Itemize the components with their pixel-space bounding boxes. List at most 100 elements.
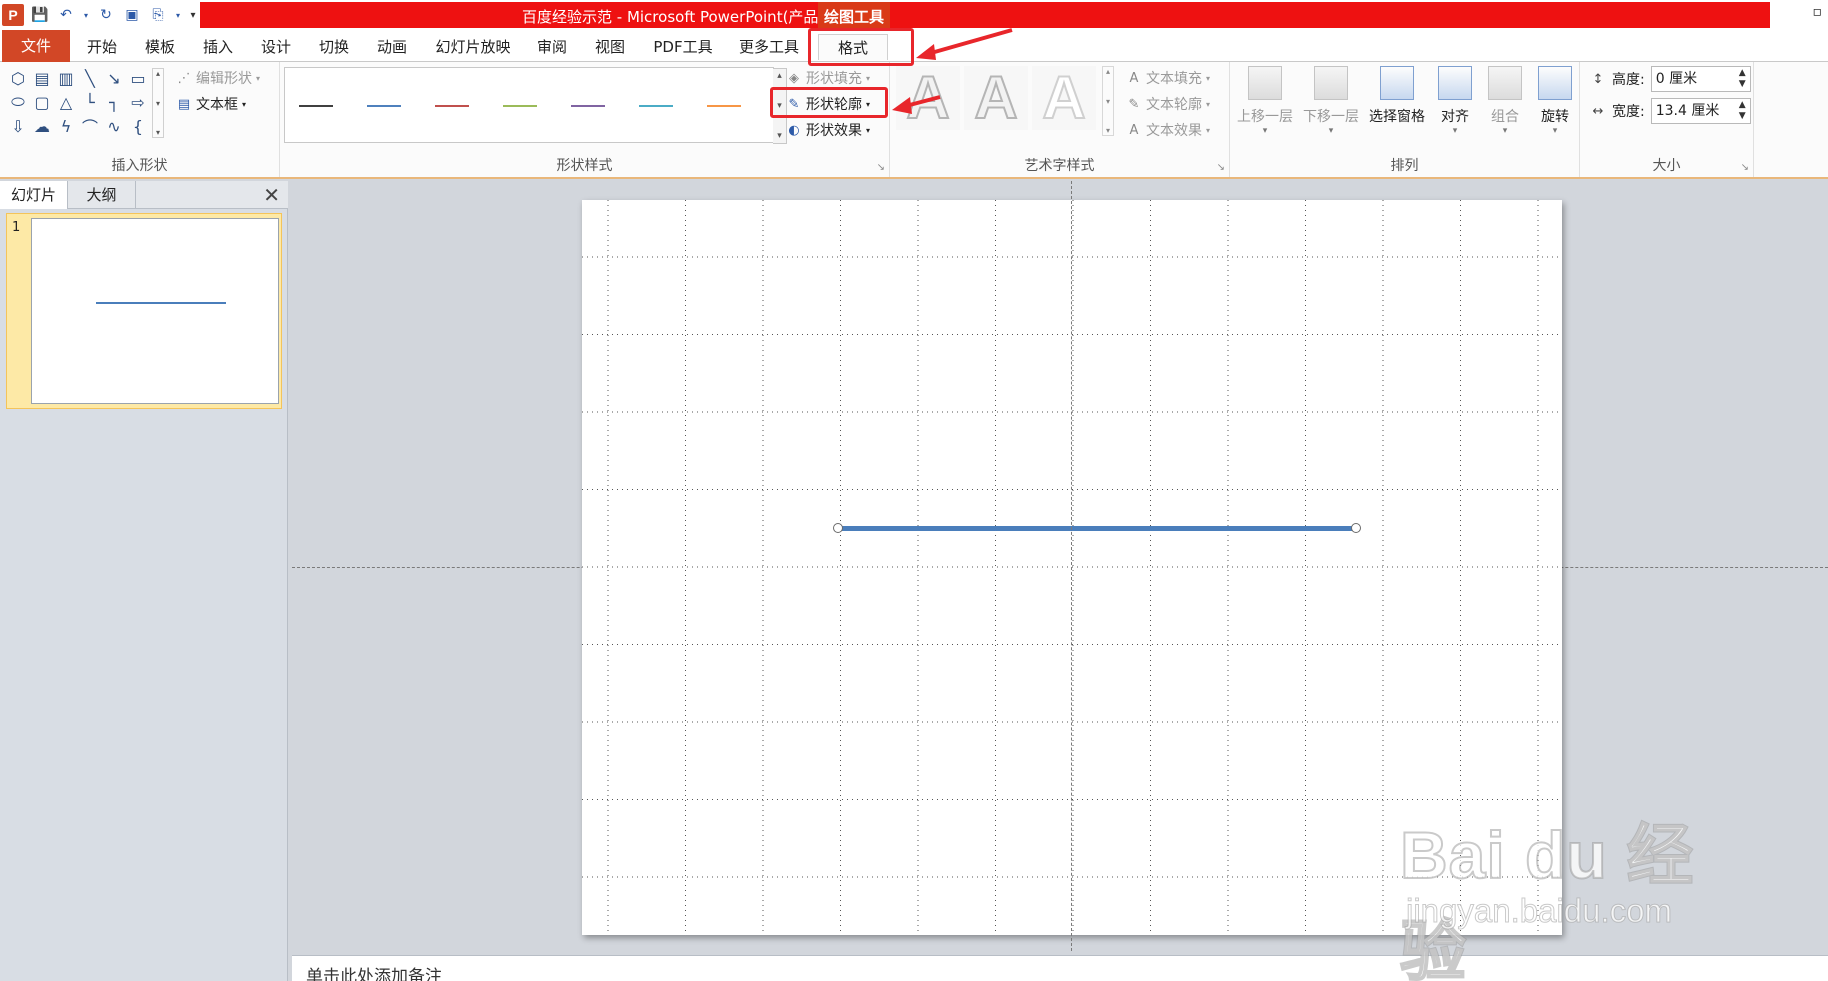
- tab-animations[interactable]: 动画: [372, 34, 412, 60]
- rectangle-shape-icon[interactable]: ▭: [128, 68, 148, 88]
- align-button[interactable]: 对齐 ▾: [1430, 66, 1480, 136]
- shape-style-preset[interactable]: [367, 105, 401, 107]
- chevron-down-icon: ▾: [1452, 126, 1458, 136]
- slides-panel: 幻灯片 大纲 ✕ 1: [0, 181, 288, 981]
- close-icon[interactable]: ✕: [263, 183, 280, 207]
- ribbon: ⬡ ▤ ▥ ╲ ↘ ▭ ⬭ ▢ △ └ ┐ ⇨ ⇩ ☁ ϟ ⌒ ∿ { ▴ ▾ ▾ …: [0, 62, 1828, 179]
- lightning-shape-icon[interactable]: ϟ: [56, 116, 76, 136]
- textbox-button[interactable]: ▤ 文本框 ▾: [176, 94, 246, 114]
- tab-home[interactable]: 开始: [82, 34, 122, 60]
- brace-shape-icon[interactable]: {: [128, 116, 148, 136]
- group-label-shape-styles: 形状样式: [556, 158, 613, 174]
- width-icon: ↔: [1592, 103, 1604, 119]
- bring-forward-icon: [1248, 66, 1282, 100]
- tab-insert[interactable]: 插入: [198, 34, 238, 60]
- tab-outline[interactable]: 大纲: [68, 181, 136, 209]
- dialog-launcher-icon[interactable]: ↘: [877, 162, 885, 173]
- wordart-style-2[interactable]: A: [964, 65, 1028, 131]
- shape-style-preset[interactable]: [435, 105, 469, 107]
- spinner-icon[interactable]: ▲ ▼: [1739, 100, 1746, 122]
- tab-template[interactable]: 模板: [140, 34, 180, 60]
- redo-icon[interactable]: ↻: [96, 5, 116, 25]
- powerpoint-logo-icon[interactable]: P: [2, 4, 24, 26]
- selection-pane-button[interactable]: 选择窗格: [1364, 66, 1430, 126]
- new-slide-icon[interactable]: ▣: [122, 5, 142, 25]
- group-button[interactable]: 组合 ▾: [1480, 66, 1530, 136]
- hexagon-shape-icon[interactable]: ⬡: [8, 68, 28, 88]
- text-fill-button[interactable]: A 文本填充 ▾: [1126, 68, 1210, 88]
- shape-style-gallery[interactable]: ▴ ▾ ▾: [284, 67, 787, 144]
- down-arrow-shape-icon[interactable]: ⇩: [8, 116, 28, 136]
- width-row: ↔ 宽度: 13.4 厘米 ▲ ▼: [1590, 98, 1751, 124]
- send-backward-button[interactable]: 下移一层 ▾: [1298, 66, 1364, 136]
- customize-qat-icon[interactable]: ▾: [188, 5, 198, 25]
- height-label: 高度:: [1612, 72, 1645, 88]
- tab-transitions[interactable]: 切换: [314, 34, 354, 60]
- drawing-tools-context-label: 绘图工具: [818, 2, 890, 30]
- curve-shape-icon[interactable]: ∿: [104, 116, 124, 136]
- tab-design[interactable]: 设计: [256, 34, 296, 60]
- restore-window-icon[interactable]: ▫: [1813, 4, 1823, 20]
- save-icon[interactable]: 💾: [30, 5, 50, 25]
- textbox-shape-icon[interactable]: ▤: [32, 68, 52, 88]
- elbow-connector-shape-icon[interactable]: └: [80, 92, 100, 112]
- edit-shape-button[interactable]: ⋰ 编辑形状 ▾: [176, 68, 261, 88]
- tab-slideshow[interactable]: 幻灯片放映: [430, 34, 516, 60]
- copy-format-icon[interactable]: ⎘: [148, 5, 168, 25]
- text-outline-button[interactable]: ✎ 文本轮廓 ▾: [1126, 94, 1210, 114]
- vertical-guide[interactable]: [1071, 181, 1072, 951]
- chevron-down-icon: ▾: [866, 125, 871, 135]
- panel-tabs: 幻灯片 大纲 ✕: [0, 181, 288, 209]
- vertical-textbox-shape-icon[interactable]: ▥: [56, 68, 76, 88]
- thumbnail-line-shape: [96, 302, 226, 304]
- send-backward-icon: [1314, 66, 1348, 100]
- line-shape-icon[interactable]: ╲: [80, 68, 100, 88]
- tab-more-tools[interactable]: 更多工具: [734, 34, 804, 60]
- arc-shape-icon[interactable]: ⌒: [80, 116, 100, 137]
- rounded-rect-shape-icon[interactable]: ▢: [32, 92, 52, 112]
- undo-icon[interactable]: ↶: [56, 5, 76, 25]
- cloud-shape-icon[interactable]: ☁: [32, 116, 52, 136]
- wordart-style-1[interactable]: A: [896, 65, 960, 131]
- effects-icon: ◐: [788, 122, 800, 138]
- rotate-button[interactable]: 旋转 ▾: [1530, 66, 1580, 136]
- shape-style-preset[interactable]: [503, 105, 537, 107]
- shapes-gallery-scroll[interactable]: ▴ ▾ ▾: [152, 68, 164, 138]
- arrow-line-shape-icon[interactable]: ↘: [104, 68, 124, 88]
- slide-thumbnail-item[interactable]: 1: [6, 213, 282, 409]
- width-input[interactable]: 13.4 厘米 ▲ ▼: [1650, 98, 1751, 124]
- line-start-handle[interactable]: [833, 523, 843, 533]
- line-end-handle[interactable]: [1351, 523, 1361, 533]
- wordart-gallery-scroll[interactable]: ▴ ▾ ▾: [1102, 66, 1114, 136]
- dialog-launcher-icon[interactable]: ↘: [1741, 162, 1749, 173]
- wordart-style-3[interactable]: A: [1032, 65, 1096, 131]
- line-shape[interactable]: [838, 526, 1356, 531]
- elbow-arrow-shape-icon[interactable]: ┐: [104, 92, 124, 112]
- text-effects-button[interactable]: A 文本效果 ▾: [1126, 120, 1210, 140]
- watermark-url: jingyan.baidu.com: [1406, 892, 1673, 930]
- oval-shape-icon[interactable]: ⬭: [8, 92, 28, 112]
- shape-fill-button[interactable]: ◈ 形状填充 ▾: [786, 68, 870, 88]
- slide-thumbnail[interactable]: [31, 218, 279, 404]
- tab-slides[interactable]: 幻灯片: [0, 181, 68, 209]
- tab-view[interactable]: 视图: [590, 34, 630, 60]
- bring-forward-button[interactable]: 上移一层 ▾: [1232, 66, 1298, 136]
- height-input[interactable]: 0 厘米 ▲ ▼: [1650, 66, 1751, 92]
- slide-number: 1: [12, 220, 21, 235]
- tab-pdf-tools[interactable]: PDF工具: [648, 34, 718, 60]
- dropdown-arrow-icon[interactable]: ▾: [174, 5, 182, 25]
- tab-file[interactable]: 文件: [2, 30, 70, 62]
- rotate-icon: [1538, 66, 1572, 100]
- dropdown-arrow-icon[interactable]: ▾: [82, 5, 90, 25]
- right-arrow-shape-icon[interactable]: ⇨: [128, 92, 148, 112]
- dialog-launcher-icon[interactable]: ↘: [1217, 162, 1225, 173]
- shape-style-preset[interactable]: [707, 105, 741, 107]
- triangle-shape-icon[interactable]: △: [56, 92, 76, 112]
- shape-style-preset[interactable]: [639, 105, 673, 107]
- spinner-icon[interactable]: ▲ ▼: [1739, 68, 1746, 90]
- group-wordart-styles: A A A ▴ ▾ ▾ A 文本填充 ▾ ✎ 文本轮廓 ▾ A 文本效果 ▾ 艺术字…: [890, 62, 1230, 177]
- shape-style-preset[interactable]: [299, 105, 333, 107]
- shape-style-preset[interactable]: [571, 105, 605, 107]
- tab-review[interactable]: 审阅: [532, 34, 572, 60]
- shape-effects-button[interactable]: ◐ 形状效果 ▾: [786, 120, 870, 140]
